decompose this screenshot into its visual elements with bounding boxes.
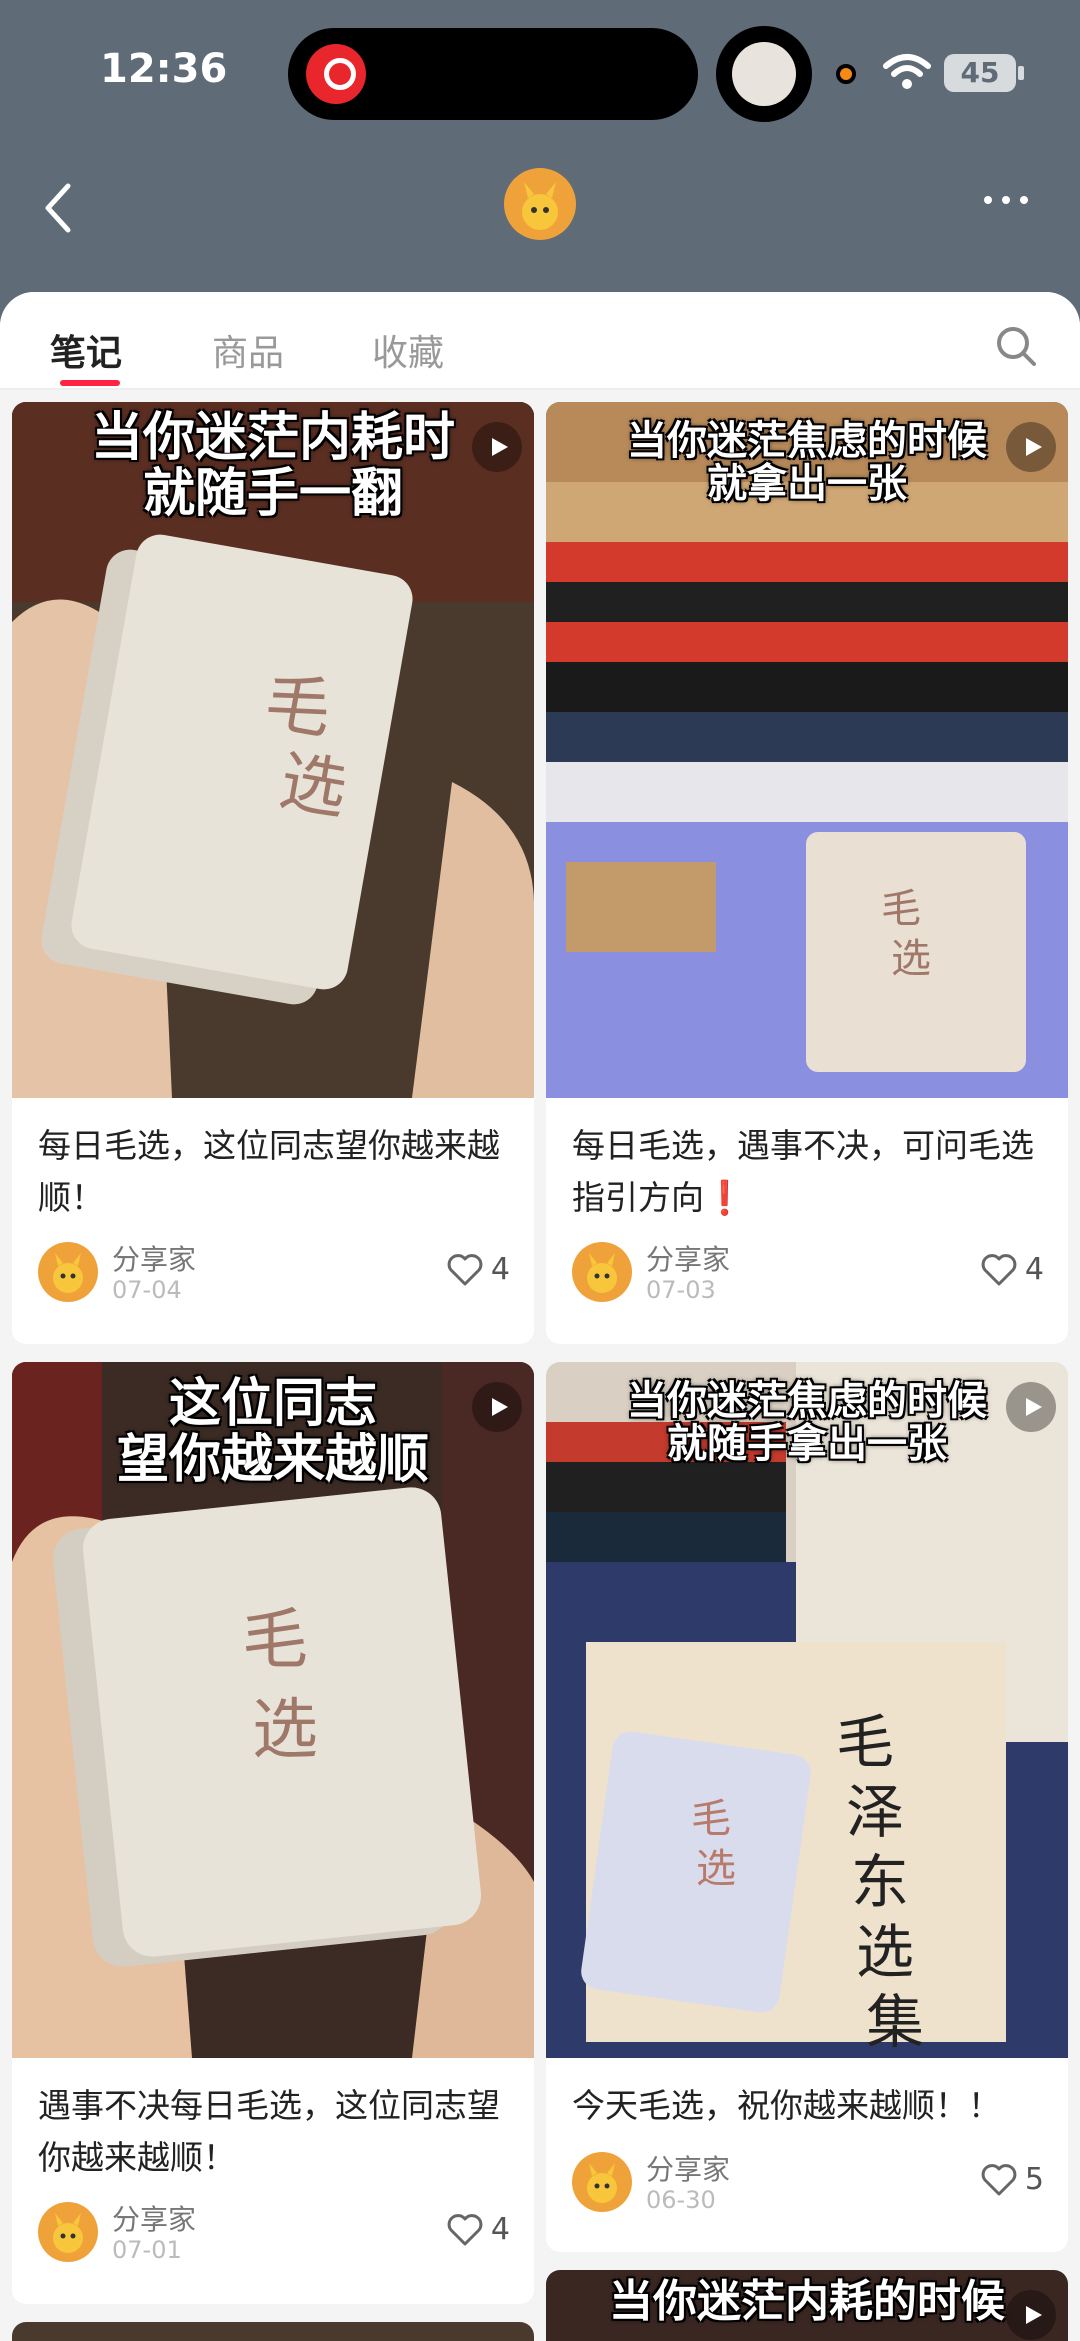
cover-caption-line1: 当你迷茫内耗时 xyxy=(90,408,455,468)
svg-text:选: 选 xyxy=(891,936,931,982)
post-date: 07-03 xyxy=(646,1276,716,1304)
post-date: 06-30 xyxy=(646,2186,716,2214)
tab-bar: 笔记 商品 收藏 xyxy=(0,292,1080,390)
cover-caption-line2: 就随手拿出一张 xyxy=(667,1421,947,1468)
like-button[interactable]: 5 xyxy=(981,2162,1044,2197)
play-icon xyxy=(472,1382,522,1432)
svg-text:毛: 毛 xyxy=(881,886,921,932)
play-icon xyxy=(472,422,522,472)
svg-text:选: 选 xyxy=(252,1691,318,1768)
heart-icon xyxy=(447,1253,483,1285)
play-icon xyxy=(1006,1382,1056,1432)
svg-text:毛: 毛 xyxy=(836,1708,894,1776)
tab-notes[interactable]: 笔记 xyxy=(50,324,122,376)
profile-avatar[interactable] xyxy=(504,168,576,240)
svg-text:东: 东 xyxy=(851,1848,909,1916)
svg-text:毛: 毛 xyxy=(259,662,337,749)
more-icon[interactable] xyxy=(984,196,1044,212)
heart-icon xyxy=(981,2163,1017,2195)
note-cover-image[interactable] xyxy=(12,2322,534,2341)
author-name[interactable]: 分享家 xyxy=(112,2198,196,2238)
tab-favorites[interactable]: 收藏 xyxy=(372,324,444,376)
back-icon[interactable] xyxy=(40,180,80,236)
svg-text:毛: 毛 xyxy=(691,1796,731,1842)
like-count: 4 xyxy=(490,2212,510,2247)
note-title: 遇事不决每日毛选，这位同志望你越来越顺！ xyxy=(38,2086,500,2177)
note-card[interactable]: 毛 选 这位同志 望你越来越顺 遇事不决每日毛选，这位同志望你越来越顺！ 分享家… xyxy=(12,1362,534,2304)
tab-products[interactable]: 商品 xyxy=(212,324,284,376)
cover-caption-line2: 望你越来越顺 xyxy=(116,1430,429,1491)
note-card[interactable]: 当你迷茫内耗的时候 xyxy=(546,2270,1068,2341)
recording-app-icon[interactable] xyxy=(306,44,366,104)
author-avatar[interactable] xyxy=(38,1242,98,1302)
like-count: 5 xyxy=(1024,2162,1044,2197)
heart-icon xyxy=(981,1253,1017,1285)
like-button[interactable]: 4 xyxy=(981,1252,1044,1287)
svg-text:毛: 毛 xyxy=(242,1601,308,1678)
note-title: 每日毛选，遇事不决，可问毛选指引方向❗ xyxy=(572,1126,1034,1217)
author-name[interactable]: 分享家 xyxy=(646,1238,730,1278)
battery-tip xyxy=(1018,66,1024,80)
status-time: 12:36 xyxy=(100,46,228,92)
author-name[interactable]: 分享家 xyxy=(646,2148,730,2188)
privacy-indicator-icon xyxy=(836,64,856,84)
svg-text:选: 选 xyxy=(856,1918,914,1986)
note-cover-image[interactable]: 毛 选 当你迷茫焦虑的时候 就拿出一张 xyxy=(546,402,1068,1098)
cover-caption-line1: 当你迷茫焦虑的时候 xyxy=(627,1378,987,1424)
note-card[interactable]: 毛 选 毛 泽 东 选 集 当你迷茫焦虑的时候 就随手拿出一张 今天毛选，祝你越… xyxy=(546,1362,1068,2252)
dynamic-island xyxy=(288,28,698,120)
like-button[interactable]: 4 xyxy=(447,1252,510,1287)
wifi-icon xyxy=(883,54,931,89)
heart-icon xyxy=(447,2213,483,2245)
battery-indicator: 45 xyxy=(944,54,1016,92)
note-cover-image[interactable]: 毛 选 当你迷茫内耗时 就随手一翻 xyxy=(12,402,534,1098)
note-card[interactable]: 毛 选 当你迷茫内耗时 就随手一翻 每日毛选，这位同志望你越来越顺！ 分享家 0… xyxy=(12,402,534,1344)
like-count: 4 xyxy=(1024,1252,1044,1287)
author-name[interactable]: 分享家 xyxy=(112,1238,196,1278)
note-title: 今天毛选，祝你越来越顺！！ xyxy=(572,2086,1001,2125)
svg-text:泽: 泽 xyxy=(846,1778,904,1846)
search-icon[interactable] xyxy=(994,324,1038,368)
author-avatar[interactable] xyxy=(38,2202,98,2262)
note-cover-image[interactable]: 毛 选 这位同志 望你越来越顺 xyxy=(12,1362,534,2058)
cover-caption-line1: 当你迷茫焦虑的时候 xyxy=(627,418,987,464)
cover-caption-line2: 就随手一翻 xyxy=(142,464,403,525)
cover-caption-line1: 当你迷茫内耗的时候 xyxy=(609,2276,1005,2327)
note-title: 每日毛选，这位同志望你越来越顺！ xyxy=(38,1126,500,1217)
cover-caption-line1: 这位同志 xyxy=(168,1374,377,1434)
author-avatar[interactable] xyxy=(572,1242,632,1302)
play-icon xyxy=(1006,422,1056,472)
content-sheet: 笔记 商品 收藏 毛 选 当你迷茫内耗时 就随手一翻 每日毛选，这位同志望你越来… xyxy=(0,292,1080,2341)
post-date: 07-01 xyxy=(112,2236,182,2264)
like-button[interactable]: 4 xyxy=(447,2212,510,2247)
svg-text:选: 选 xyxy=(696,1846,736,1892)
note-card[interactable]: 毛 选 当你迷茫焦虑的时候 就拿出一张 每日毛选，遇事不决，可问毛选指引方向❗ … xyxy=(546,402,1068,1344)
svg-text:选: 选 xyxy=(274,742,352,829)
like-count: 4 xyxy=(490,1252,510,1287)
cover-caption-line2: 就拿出一张 xyxy=(707,461,907,508)
play-icon xyxy=(1006,2290,1056,2340)
post-date: 07-04 xyxy=(112,1276,182,1304)
author-avatar[interactable] xyxy=(572,2152,632,2212)
island-avatar[interactable] xyxy=(716,26,812,122)
note-cover-image[interactable]: 当你迷茫内耗的时候 xyxy=(546,2270,1068,2341)
active-tab-indicator xyxy=(60,380,120,386)
svg-text:集: 集 xyxy=(866,1988,924,2056)
note-card[interactable] xyxy=(12,2322,534,2341)
note-cover-image[interactable]: 毛 选 毛 泽 东 选 集 当你迷茫焦虑的时候 就随手拿出一张 xyxy=(546,1362,1068,2058)
